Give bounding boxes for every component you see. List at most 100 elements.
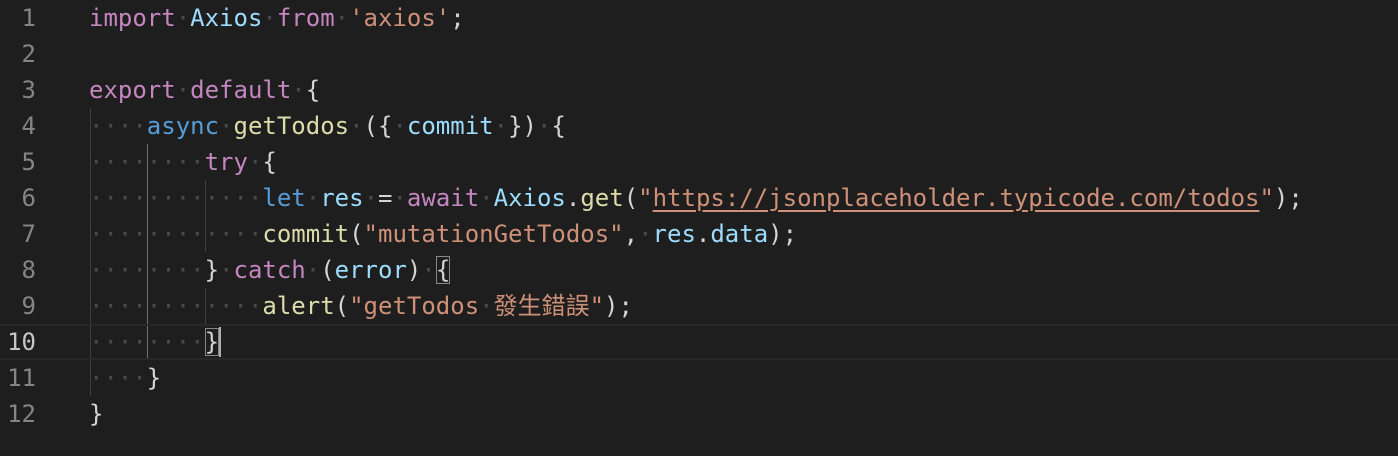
code-line[interactable]: 9 ············alert("getTodos·發生錯誤");	[0, 288, 1398, 324]
line-number: 6	[21, 184, 36, 212]
code-token: }	[146, 364, 162, 392]
whitespace-marker: ·	[262, 4, 277, 32]
text-cursor	[219, 327, 221, 357]
line-content: ····async·getTodos·({·commit·})·{	[89, 108, 566, 144]
line-content: }	[89, 396, 103, 432]
code-line[interactable]: 4 ····async·getTodos·({·commit·})·{	[0, 108, 1398, 144]
code-line[interactable]: 10 ········}	[0, 324, 1398, 360]
code-line[interactable]: 11 ····}	[0, 360, 1398, 396]
code-token: data	[710, 220, 769, 248]
code-token: 'axios'	[349, 4, 451, 32]
code-token: }	[204, 256, 220, 284]
code-token: Axios	[493, 184, 566, 212]
line-content: ········}	[89, 324, 220, 360]
code-token: (	[623, 184, 639, 212]
whitespace-marker: ·	[479, 184, 494, 212]
code-token: .	[565, 184, 581, 212]
whitespace-marker: ·	[392, 112, 407, 140]
code-token: import	[89, 4, 176, 32]
code-token: "getTodos	[349, 292, 480, 320]
line-number: 11	[7, 364, 36, 392]
line-number: 5	[21, 148, 36, 176]
whitespace-marker: ············	[89, 184, 263, 212]
code-line[interactable]: 5 ········try·{	[0, 144, 1398, 180]
code-line[interactable]: 12}	[0, 396, 1398, 432]
code-token: ,	[623, 220, 639, 248]
whitespace-marker: ····	[89, 364, 147, 392]
whitespace-marker: ·	[219, 112, 234, 140]
code-line[interactable]: 3 export·default·{	[0, 72, 1398, 108]
code-token: alert	[262, 292, 335, 320]
whitespace-marker: ········	[89, 256, 205, 284]
code-token: Axios	[190, 4, 263, 32]
code-token: try	[204, 148, 248, 176]
code-token: commit	[262, 220, 350, 248]
code-line[interactable]: 8 ········}·catch·(error)·{	[0, 252, 1398, 288]
whitespace-marker: ············	[89, 220, 263, 248]
code-token: res	[652, 220, 696, 248]
line-number: 2	[21, 40, 36, 68]
code-token: (	[334, 292, 350, 320]
code-token: https://jsonplaceholder.typicode.com/tod…	[652, 184, 1260, 212]
whitespace-marker: ·	[175, 76, 191, 104]
code-token: ;	[450, 4, 465, 32]
line-number: 1	[21, 4, 36, 32]
code-token: get	[580, 184, 624, 212]
line-number: 4	[21, 112, 36, 140]
line-number: 8	[21, 256, 36, 284]
line-content: ········}·catch·(error)·{	[89, 252, 451, 288]
whitespace-marker: ·	[536, 112, 552, 140]
line-content: ············commit("mutationGetTodos",·r…	[89, 216, 797, 252]
code-line[interactable]: 7 ············commit("mutationGetTodos",·…	[0, 216, 1398, 252]
code-token: {	[551, 112, 566, 140]
whitespace-marker: ·	[305, 184, 321, 212]
whitespace-marker: ·	[247, 148, 263, 176]
line-number: 3	[21, 76, 36, 104]
whitespace-marker: ·	[349, 112, 364, 140]
whitespace-marker: ·	[219, 256, 234, 284]
code-token: let	[262, 184, 306, 212]
line-content: ············let·res·=·await·Axios.get("h…	[89, 180, 1303, 216]
code-line[interactable]: 1 import·Axios·from·'axios';	[0, 0, 1398, 36]
code-token: export	[89, 76, 176, 104]
line-content: ········try·{	[89, 144, 277, 180]
line-content: ····}	[89, 360, 161, 396]
code-token: {	[262, 148, 277, 176]
whitespace-marker: ·	[334, 4, 350, 32]
line-number: 10	[7, 328, 36, 356]
line-number: 9	[21, 292, 36, 320]
code-token: (	[320, 256, 335, 284]
whitespace-marker: ·	[392, 184, 407, 212]
line-content: export·default·{	[89, 72, 320, 108]
code-token: getTodos	[233, 112, 350, 140]
whitespace-marker: ········	[89, 328, 205, 356]
whitespace-marker: ·	[363, 184, 379, 212]
whitespace-marker: ·	[421, 256, 436, 284]
code-token: "	[1259, 184, 1274, 212]
code-token: 發生錯誤"	[493, 292, 605, 320]
code-token: .	[695, 220, 711, 248]
code-line[interactable]: 6 ············let·res·=·await·Axios.get("…	[0, 180, 1398, 216]
code-token: res	[320, 184, 364, 212]
code-token: error	[334, 256, 407, 284]
matched-bracket: }	[204, 328, 220, 356]
line-number: 12	[7, 400, 36, 428]
whitespace-marker: ············	[89, 292, 263, 320]
code-token: catch	[233, 256, 306, 284]
code-token: );	[604, 292, 633, 320]
line-number: 7	[21, 220, 36, 248]
whitespace-marker: ·	[291, 76, 306, 104]
code-token: await	[406, 184, 480, 212]
code-token: async	[146, 112, 220, 140]
whitespace-marker: ·	[479, 292, 494, 320]
code-token: from	[276, 4, 335, 32]
code-token: )	[406, 256, 422, 284]
code-line[interactable]: 2	[0, 36, 1398, 72]
code-token: );	[1273, 184, 1303, 212]
code-editor[interactable]: 1 import·Axios·from·'axios'; 2 3 export·defa…	[0, 0, 1398, 456]
whitespace-marker: ····	[89, 112, 147, 140]
line-content: ············alert("getTodos·發生錯誤");	[89, 288, 633, 324]
whitespace-marker: ·	[305, 256, 321, 284]
code-token: =	[378, 184, 393, 212]
whitespace-marker: ·	[175, 4, 191, 32]
